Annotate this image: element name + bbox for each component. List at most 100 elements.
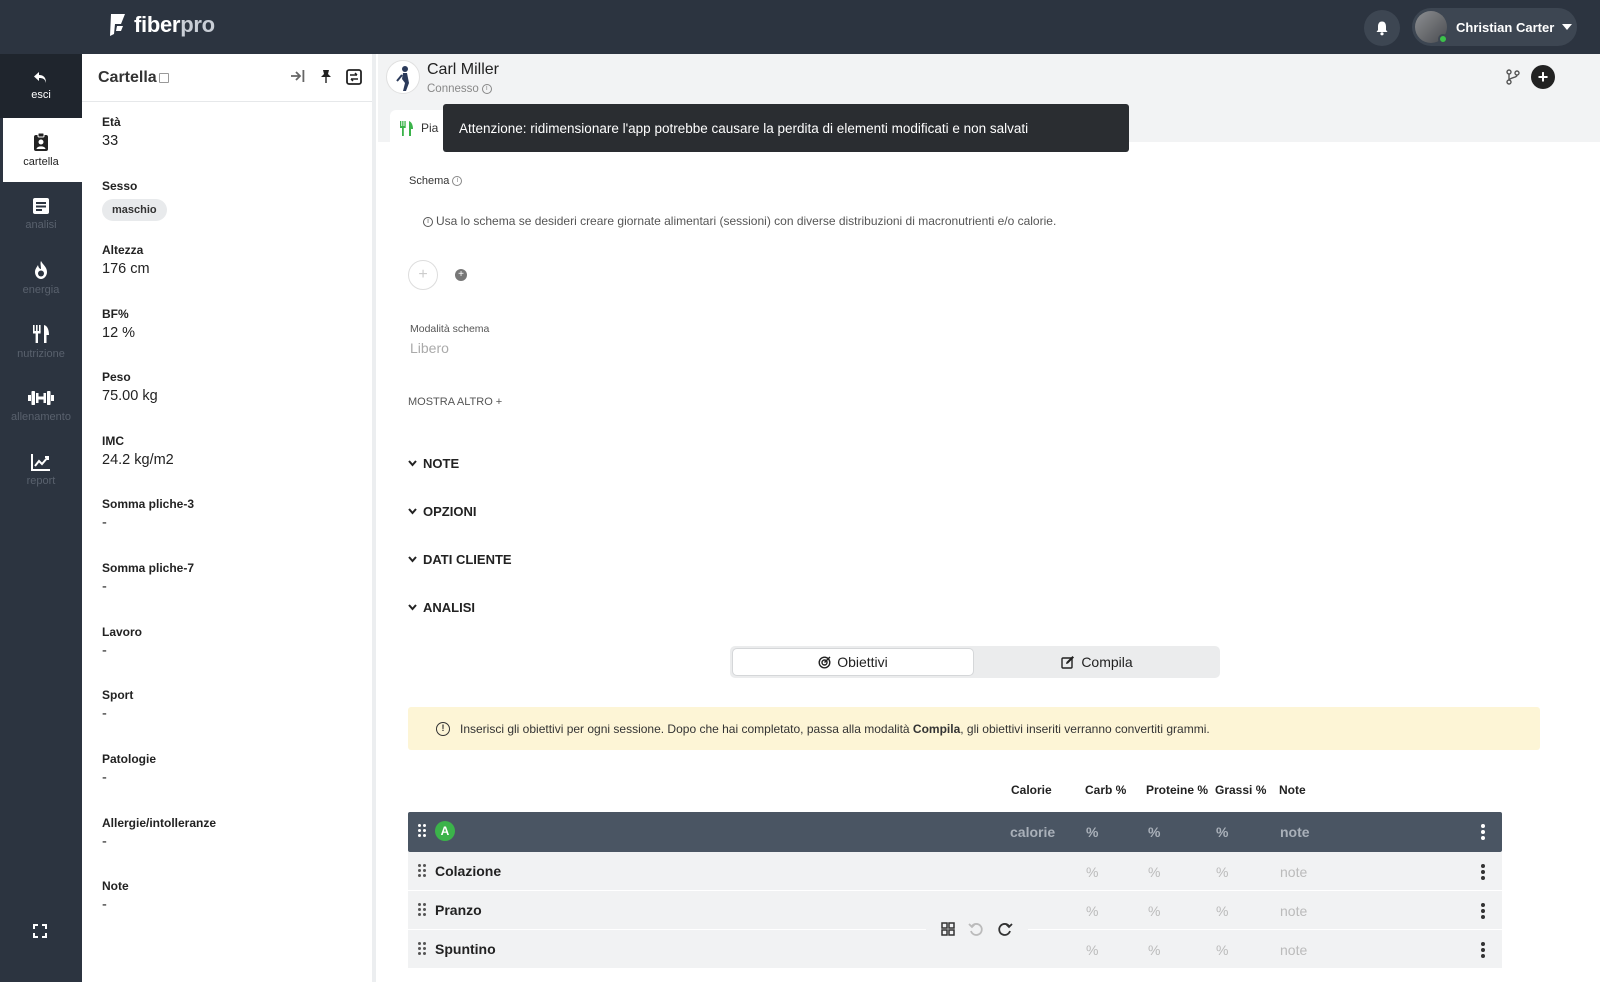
collapse-right-icon[interactable] (290, 69, 306, 83)
info-icon[interactable]: i (481, 83, 492, 94)
field-imc: IMC 24.2 kg/m2 (102, 434, 174, 468)
protein-input[interactable]: % (1148, 824, 1160, 840)
carb-input[interactable]: % (1086, 903, 1098, 919)
client-avatar[interactable] (386, 60, 420, 94)
note-icon (158, 72, 169, 83)
notifications-button[interactable] (1364, 10, 1400, 46)
schema-label: Schema i (409, 175, 463, 187)
meal-name: Spuntino (435, 941, 496, 957)
avatar (1415, 11, 1448, 44)
objectives-toggle[interactable]: Obiettivi (732, 648, 974, 676)
nav-item-energia[interactable]: energia (0, 246, 82, 310)
field-note: Note - (102, 879, 129, 913)
field-sesso: Sesso maschio (102, 179, 167, 221)
protein-input[interactable]: % (1148, 903, 1160, 919)
main-content: Carl Miller Connesso i + Pia Schema i i Usa… (378, 54, 1600, 982)
logo-text: fiberpro (134, 12, 215, 37)
more-vertical-icon[interactable] (1481, 942, 1485, 958)
pin-icon[interactable] (320, 69, 332, 83)
info-icon[interactable]: i (452, 176, 463, 187)
section-analisi[interactable]: ANALISI (408, 600, 475, 615)
resize-warning-tooltip: Attenzione: ridimensionare l'app potrebb… (443, 104, 1129, 152)
nav-item-analisi[interactable]: analisi (0, 182, 82, 246)
note-input[interactable]: note (1280, 824, 1310, 840)
cartella-header-actions (290, 69, 362, 85)
note-input[interactable]: note (1280, 903, 1307, 919)
show-more-link[interactable]: MOSTRA ALTRO + (408, 396, 502, 408)
drag-handle-icon[interactable] (418, 942, 427, 956)
fill-toggle[interactable]: Compila (976, 648, 1218, 676)
top-bar: fiberpro Christian Carter (0, 0, 1600, 54)
alert-text: Inserisci gli obiettivi per ogni session… (460, 721, 1210, 736)
add-button[interactable]: + (1531, 65, 1555, 89)
protein-input[interactable]: % (1148, 864, 1160, 880)
undo-arrow-icon (34, 72, 46, 83)
branch-icon[interactable] (1506, 69, 1520, 85)
nav-item-nutrizione[interactable]: nutrizione (0, 310, 82, 374)
carb-input[interactable]: % (1086, 942, 1098, 958)
session-row[interactable]: A calorie % % % note (408, 812, 1502, 852)
undo-icon[interactable] (968, 921, 984, 937)
tab-piano[interactable]: Pia (390, 110, 450, 146)
cartella-header: Cartella (82, 54, 372, 102)
field-sport: Sport - (102, 688, 134, 722)
flame-icon (35, 261, 47, 279)
app-logo[interactable]: fiberpro (108, 12, 215, 38)
note-input[interactable]: note (1280, 942, 1307, 958)
drag-handle-icon[interactable] (418, 824, 427, 838)
fat-input[interactable]: % (1216, 942, 1228, 958)
protein-input[interactable]: % (1148, 942, 1160, 958)
toggle-panel-icon[interactable] (346, 69, 362, 85)
client-name: Carl Miller (427, 61, 499, 78)
nav-item-cartella[interactable]: cartella (0, 118, 82, 182)
fat-input[interactable]: % (1216, 864, 1228, 880)
section-dati-cliente[interactable]: DATI CLIENTE (408, 552, 512, 567)
fullscreen-icon[interactable] (33, 924, 47, 938)
cartella-title: Cartella (98, 68, 157, 86)
grid-icon[interactable] (940, 922, 955, 936)
alert-icon: ! (436, 721, 450, 736)
add-session-button[interactable]: + (408, 260, 438, 290)
nav-item-allenamento[interactable]: allenamento (0, 374, 82, 438)
redo-icon[interactable] (997, 921, 1013, 937)
plus-icon: + (1537, 67, 1549, 87)
section-note[interactable]: NOTE (408, 456, 459, 471)
edit-icon (1061, 656, 1075, 669)
field-lavoro: Lavoro - (102, 625, 143, 659)
client-status: Connesso i (427, 83, 492, 95)
field-peso: Peso 75.00 kg (102, 370, 158, 404)
fat-input[interactable]: % (1216, 824, 1228, 840)
field-eta: Età 33 (102, 115, 121, 149)
fat-input[interactable]: % (1216, 903, 1228, 919)
nav-item-report[interactable]: report (0, 438, 82, 502)
runner-icon (396, 66, 409, 91)
section-opzioni[interactable]: OPZIONI (408, 504, 476, 519)
dumbbell-icon (28, 391, 54, 405)
plus-icon: + (418, 266, 428, 283)
chevron-down-icon (1562, 24, 1573, 30)
carb-input[interactable]: % (1086, 824, 1098, 840)
add-schema-button[interactable]: + (455, 269, 467, 281)
field-allergie: Allergie/intolleranze - (102, 816, 217, 850)
drag-handle-icon[interactable] (418, 903, 427, 917)
meal-row[interactable]: Colazione % % % note (408, 852, 1502, 890)
calorie-input[interactable]: calorie (1010, 824, 1055, 840)
col-grassi: Grassi % (1215, 783, 1267, 797)
nav-item-esci[interactable]: esci (0, 54, 82, 118)
chevron-down-icon (408, 508, 417, 515)
user-menu[interactable]: Christian Carter (1412, 8, 1577, 46)
drag-handle-icon[interactable] (418, 864, 427, 878)
carb-input[interactable]: % (1086, 864, 1098, 880)
mode-select[interactable]: Libero (410, 340, 449, 356)
cartella-panel: Cartella Età 33 Sesso maschio Altezza 17… (82, 54, 376, 982)
more-vertical-icon[interactable] (1481, 824, 1485, 840)
chart-line-icon (31, 454, 50, 471)
mode-label: Modalità schema (410, 323, 490, 335)
objectives-alert: ! Inserisci gli obiettivi per ogni sessi… (408, 707, 1540, 750)
note-input[interactable]: note (1280, 864, 1307, 880)
mode-toggle: Obiettivi Compila (730, 646, 1220, 678)
col-carb: Carb % (1085, 783, 1127, 797)
more-vertical-icon[interactable] (1481, 903, 1485, 919)
more-vertical-icon[interactable] (1481, 864, 1485, 880)
field-somma-pliche-7: Somma pliche-7 - (102, 561, 195, 595)
